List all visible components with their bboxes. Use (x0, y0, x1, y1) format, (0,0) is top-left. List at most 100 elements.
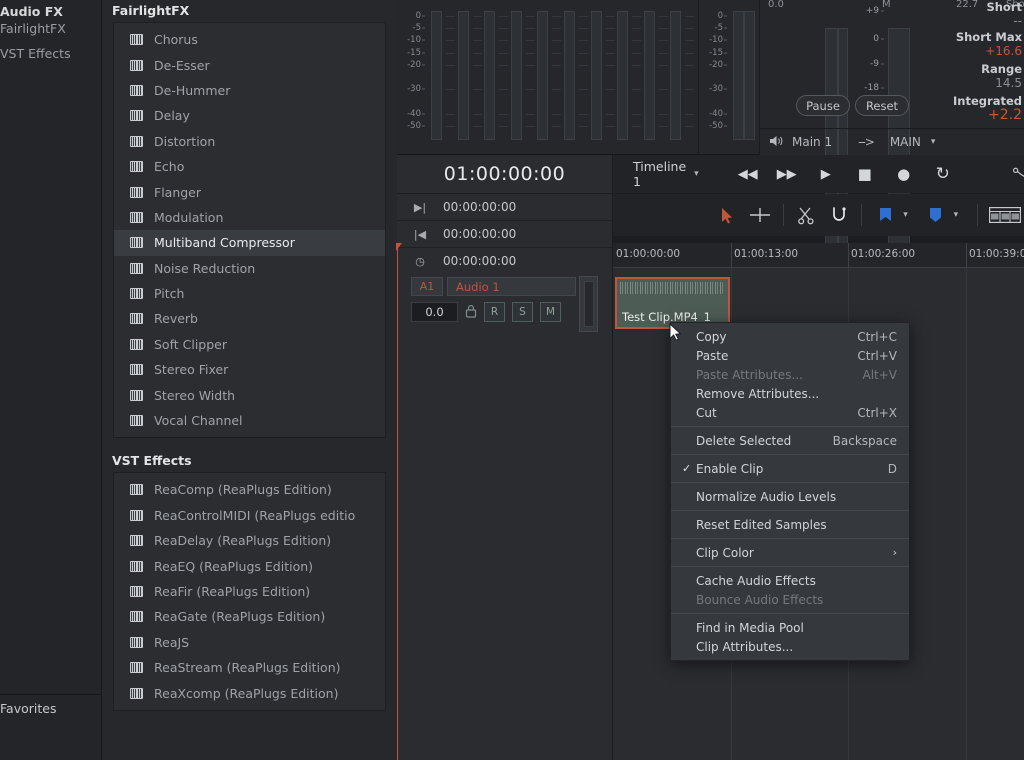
menu-item[interactable]: Find in Media Pool (671, 618, 909, 637)
menu-item[interactable]: ✓ Enable Clip D (671, 459, 909, 478)
effect-icon (130, 636, 143, 648)
snapping-tool[interactable] (823, 202, 855, 228)
timeline-selector[interactable]: Timeline 1 ▾ (633, 159, 699, 189)
timecode-row[interactable]: |◀ 00:00:00:00 (397, 221, 612, 248)
fairlightfx-item[interactable]: Stereo Fixer (114, 357, 385, 382)
route-destination-label[interactable]: MAIN (890, 135, 921, 149)
fairlightfx-item[interactable]: Noise Reduction (114, 256, 385, 281)
pause-button[interactable]: Pause (796, 95, 850, 116)
menu-item[interactable]: Cut Ctrl+X (671, 403, 909, 422)
lock-icon[interactable] (465, 304, 477, 321)
loop-button[interactable]: ↻ (933, 164, 953, 184)
fairlightfx-item[interactable]: Soft Clipper (114, 332, 385, 357)
view-options[interactable] (985, 202, 1024, 228)
vst-item[interactable]: ReaJS (114, 630, 385, 655)
rewind-button[interactable]: ◀◀ (738, 164, 758, 184)
marker-tool[interactable] (920, 202, 952, 228)
effect-icon (130, 687, 143, 699)
vst-effects-header: VST Effects (112, 453, 192, 469)
trim-tool[interactable] (744, 202, 776, 228)
fairlightfx-item-label: Noise Reduction (154, 260, 256, 276)
fairlightfx-list[interactable]: Chorus De-Esser De-Hummer Delay Distortion Ec… (113, 22, 386, 439)
meter-scale-label: -20 (709, 60, 723, 70)
menu-item[interactable]: Normalize Audio Levels (671, 487, 909, 506)
record-button[interactable]: ● (894, 164, 914, 184)
rail-item-vst-effects[interactable]: VST Effects (0, 46, 102, 61)
timecode-row[interactable]: ▶| 00:00:00:00 (397, 194, 612, 221)
track-record-button[interactable]: R (484, 302, 505, 322)
loudness-header-gain: 0.0 (768, 0, 784, 10)
fairlightfx-item-label: Chorus (154, 32, 198, 48)
play-button[interactable]: ▶ (816, 164, 836, 184)
automation-curve-icon[interactable] (1012, 164, 1024, 184)
track-gain-field[interactable]: 0.0 (411, 302, 458, 322)
menu-separator (671, 454, 909, 455)
track-name-field[interactable]: Audio 1 (447, 277, 576, 296)
loudness-stat: Short Max +16.6 (904, 30, 1022, 59)
fast-forward-button[interactable]: ▶▶ (777, 164, 797, 184)
effect-icon (130, 611, 143, 623)
chevron-down-icon[interactable]: ▾ (931, 137, 936, 147)
fairlightfx-item[interactable]: Multiband Compressor (114, 230, 385, 256)
channel-meter-ticks (605, 11, 616, 140)
flag-tool[interactable] (869, 202, 901, 228)
clip-context-menu[interactable]: Copy Ctrl+C Paste Ctrl+V Paste Attributes...… (670, 322, 910, 661)
track-mute-button[interactable]: M (540, 302, 561, 322)
fairlightfx-item[interactable]: Vocal Channel (114, 408, 385, 433)
menu-item[interactable]: Delete Selected Backspace (671, 431, 909, 450)
vst-item-label: ReaDelay (ReaPlugs Edition) (154, 533, 332, 549)
stop-button[interactable]: ■ (855, 164, 875, 184)
menu-separator (671, 510, 909, 511)
selection-tool[interactable] (712, 202, 744, 228)
fairlightfx-item[interactable]: Delay (114, 103, 385, 128)
vst-item[interactable]: ReaComp (ReaPlugs Edition) (114, 477, 385, 502)
vst-item[interactable]: ReaXcomp (ReaPlugs Edition) (114, 680, 385, 705)
fairlightfx-item[interactable]: Modulation (114, 205, 385, 230)
fairlightfx-item[interactable]: Reverb (114, 306, 385, 331)
vst-item[interactable]: ReaControlMIDI (ReaPlugs editio (114, 503, 385, 528)
timeline-ruler[interactable]: 01:00:00:00 01:00:13:00 01:00:26:00 01:00:3… (613, 243, 1024, 268)
menu-item[interactable]: Cache Audio Effects (671, 571, 909, 590)
fairlightfx-item[interactable]: Distortion (114, 129, 385, 154)
menu-item[interactable]: Paste Ctrl+V (671, 346, 909, 365)
fairlightfx-item[interactable]: Chorus (114, 27, 385, 52)
menu-item-label: Normalize Audio Levels (696, 489, 837, 504)
fairlightfx-item[interactable]: De-Hummer (114, 78, 385, 103)
vst-item[interactable]: ReaGate (ReaPlugs Edition) (114, 604, 385, 629)
fairlightfx-header: FairlightFX (112, 3, 190, 18)
vst-item[interactable]: ReaFir (ReaPlugs Edition) (114, 579, 385, 604)
menu-item[interactable]: Reset Edited Samples (671, 515, 909, 534)
vst-item[interactable]: ReaDelay (ReaPlugs Edition) (114, 528, 385, 553)
track-fader[interactable] (579, 276, 598, 332)
rail-title: Audio FX (0, 4, 63, 19)
chevron-down-icon[interactable]: ▾ (954, 210, 959, 220)
tool-divider (861, 204, 863, 226)
channel-meter-ticks (631, 11, 642, 140)
chevron-down-icon[interactable]: ▾ (903, 210, 908, 220)
rail-item-favorites[interactable]: Favorites (0, 701, 100, 716)
fairlightfx-item[interactable]: Stereo Width (114, 382, 385, 407)
vst-effects-list[interactable]: ReaComp (ReaPlugs Edition) ReaControlMIDI… (113, 472, 386, 711)
fairlightfx-item[interactable]: Pitch (114, 281, 385, 306)
razor-tool[interactable] (791, 202, 823, 228)
rail-item-fairlightfx[interactable]: FairlightFX (0, 21, 102, 36)
speaker-icon[interactable] (769, 135, 784, 150)
transport-buttons[interactable]: ◀◀ ▶▶ ▶ ■ ● ↻ (738, 164, 953, 184)
menu-item[interactable]: Remove Attributes... (671, 384, 909, 403)
fairlightfx-item[interactable]: De-Esser (114, 52, 385, 77)
playhead[interactable] (396, 243, 402, 760)
fairlightfx-item-label: Distortion (154, 133, 216, 149)
menu-item[interactable]: Clip Attributes... (671, 637, 909, 656)
menu-item[interactable]: Copy Ctrl+C (671, 327, 909, 346)
chevron-down-icon[interactable]: ▾ (694, 169, 699, 179)
vst-item[interactable]: ReaStream (ReaPlugs Edition) (114, 655, 385, 680)
vst-item[interactable]: ReaEQ (ReaPlugs Edition) (114, 553, 385, 578)
track-solo-button[interactable]: S (512, 302, 533, 322)
loudness-stat: Short -- (904, 0, 1022, 29)
check-icon: ✓ (682, 462, 692, 475)
track-header-box: A1 Audio 1 0.0 R S M (411, 277, 576, 323)
fairlightfx-item[interactable]: Flanger (114, 179, 385, 204)
fairlightfx-item[interactable]: Echo (114, 154, 385, 179)
reset-button[interactable]: Reset (855, 95, 909, 116)
menu-item[interactable]: Clip Color › (671, 543, 909, 562)
